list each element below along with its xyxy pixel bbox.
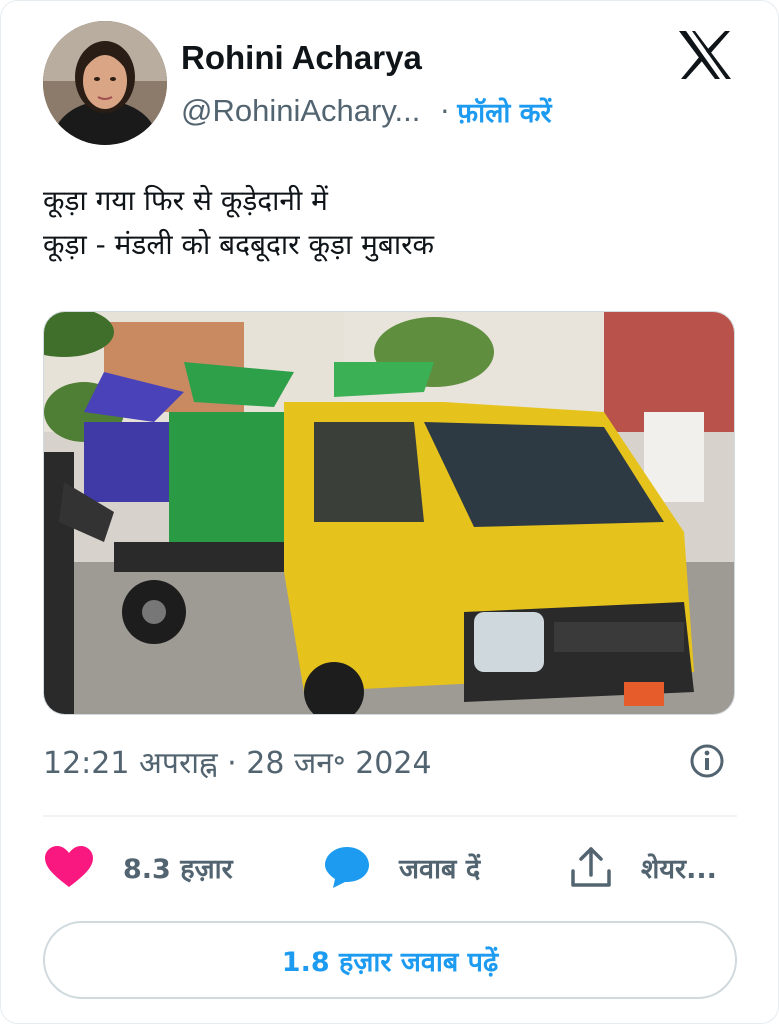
share-label: शेयर... [641,853,717,885]
tweet-card: Rohini Acharya @RohiniAchary... · फ़ॉलो … [0,0,779,1024]
reply-button[interactable]: जवाब दें [323,837,480,897]
reply-label: जवाब दें [399,853,481,885]
author-display-name[interactable]: Rohini Acharya [181,39,422,77]
author-avatar[interactable] [43,21,167,145]
avatar-image [43,21,167,145]
divider [43,815,737,817]
follow-button[interactable]: फ़ॉलो करें [457,93,551,130]
like-button[interactable]: 8.3 हज़ार [43,837,233,897]
info-icon[interactable] [689,743,725,779]
separator-dot: · [440,94,450,128]
tweet-actions: 8.3 हज़ार जवाब दें शेयर... [43,837,737,897]
like-count: 8.3 हज़ार [123,853,233,885]
tweet-media-photo[interactable] [43,311,735,715]
share-button[interactable]: शेयर... [569,837,717,897]
tweet-text: कूड़ा गया फिर से कूड़ेदानी में कूड़ा - म… [43,179,743,267]
x-logo-icon[interactable] [677,29,733,81]
tweet-timestamp[interactable]: 12:21 अपराह्न · 28 जन॰ 2024 [43,741,432,782]
read-replies-button[interactable]: 1.8 हज़ार जवाब पढ़ें [43,921,737,999]
reply-bubble-icon [325,847,369,888]
heart-icon [45,846,93,887]
garbage-truck-photo [44,312,734,714]
tweet-text-line: कूड़ा - मंडली को बदबूदार कूड़ा मुबारक [43,228,435,261]
tweet-text-line: कूड़ा गया फिर से कूड़ेदानी में [43,184,328,217]
author-handle-row: @RohiniAchary... · फ़ॉलो करें [181,91,552,131]
author-handle[interactable]: @RohiniAchary... [181,93,420,129]
share-upload-icon [571,847,611,887]
